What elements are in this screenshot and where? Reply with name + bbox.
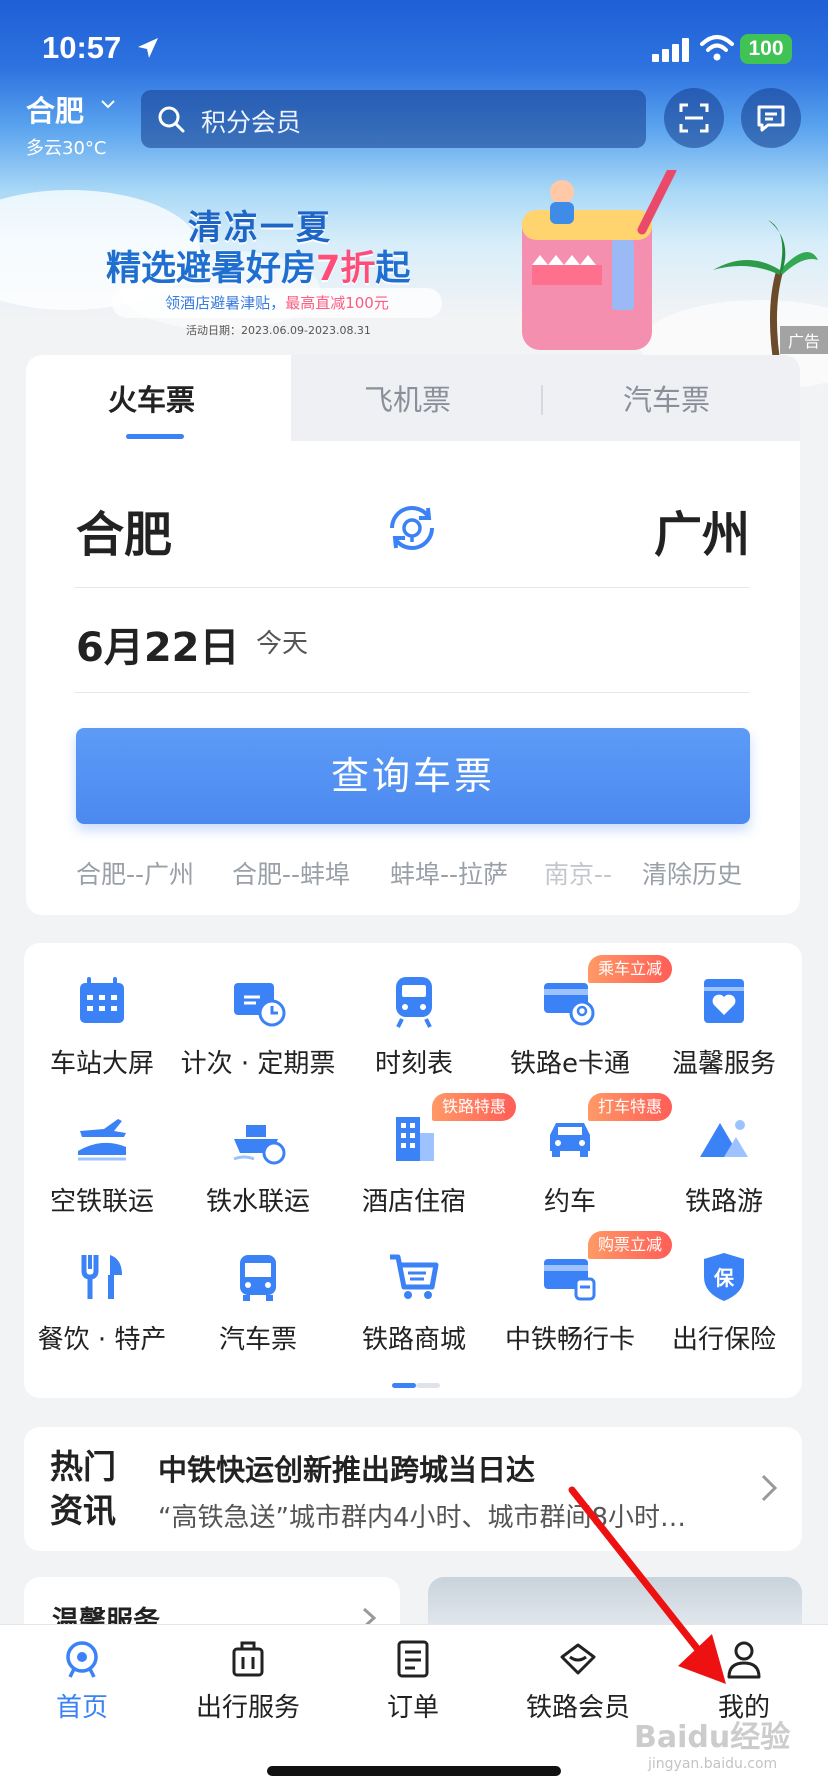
service-rail-mall[interactable]: 铁路商城 — [336, 1219, 492, 1355]
arrival-city[interactable]: 广州 — [654, 495, 750, 565]
bus-icon — [240, 1255, 276, 1301]
svg-text:保: 保 — [713, 1266, 735, 1290]
service-ride[interactable]: 约车 打车特惠 — [492, 1081, 673, 1217]
tab-orders[interactable]: 订单 — [343, 1639, 483, 1724]
search-tickets-button[interactable]: 查询车票 — [76, 728, 750, 824]
city-selector[interactable]: 合肥 多云30°C — [26, 88, 115, 160]
chevron-right-icon — [761, 1474, 778, 1502]
insurance-icon: 保 — [704, 1253, 744, 1301]
train-icon — [396, 977, 432, 1028]
promo-date: 活动日期：2023.06.09-2023.08.31 — [186, 324, 371, 337]
annotation-arrow — [568, 1486, 726, 1684]
home-icon — [66, 1641, 98, 1678]
departure-date[interactable]: 6月22日 — [76, 615, 240, 673]
history-item[interactable]: 合肥--广州 — [76, 855, 194, 891]
scan-icon — [679, 103, 709, 133]
service-ship-rail[interactable]: 铁水联运 — [180, 1081, 336, 1217]
search-input[interactable]: 积分会员 — [141, 90, 646, 148]
tab-home[interactable]: 首页 — [12, 1639, 152, 1724]
history-item[interactable]: 南京-- — [544, 855, 620, 891]
service-dining[interactable]: 餐饮 · 特产 — [24, 1219, 180, 1355]
air-rail-icon — [78, 1119, 126, 1161]
heart-service-icon — [704, 979, 744, 1023]
cart-icon — [390, 1254, 439, 1299]
dining-icon — [81, 1255, 122, 1299]
ticket-search-card: 火车票 飞机票 汽车票 合肥 广州 6月22日 今天 查询车票 合肥--广州 合… — [26, 355, 800, 915]
service-bus-ticket[interactable]: 汽车票 — [180, 1219, 336, 1355]
active-tab-indicator — [126, 434, 184, 439]
status-bar: 10:57 100 — [0, 0, 828, 90]
city-name: 合肥 — [26, 94, 85, 128]
tab-flight-ticket[interactable]: 飞机票 — [364, 377, 451, 419]
history-item[interactable]: 合肥--蚌埠 — [232, 855, 350, 891]
service-travel-card[interactable]: 中铁畅行卡 购票立减 — [492, 1219, 673, 1355]
service-grid: 车站大屏 计次 · 定期票 时刻表 铁路e卡通 乘车立减 温馨服务 空铁联运 铁… — [24, 943, 802, 1398]
promo-line2: 精选避暑好房7折起 — [106, 249, 411, 289]
promo-pill: 领酒店避暑津贴，最高直减100元 — [112, 288, 442, 318]
luggage-icon — [232, 1641, 264, 1677]
search-icon — [158, 106, 185, 133]
service-hotel[interactable]: 酒店住宿 铁路特惠 — [336, 1081, 517, 1217]
service-timetable[interactable]: 时刻表 — [336, 943, 492, 1079]
message-icon — [757, 105, 785, 132]
timed-ticket-icon — [234, 983, 286, 1027]
page-indicator — [392, 1383, 440, 1388]
clear-history-link[interactable]: 清除历史 — [642, 855, 742, 891]
watermark-url: jingyan.baidu.com — [648, 1756, 778, 1772]
chevron-down-icon — [101, 100, 115, 109]
tab-bus-ticket[interactable]: 汽车票 — [623, 377, 710, 419]
departure-date-hint: 今天 — [256, 629, 309, 659]
divider — [74, 692, 750, 693]
ship-rail-icon — [233, 1125, 286, 1165]
service-rail-ecard[interactable]: 铁路e卡通 乘车立减 — [492, 943, 673, 1079]
cellular-signal-icon — [652, 38, 689, 62]
battery-indicator: 100 — [740, 34, 792, 64]
search-placeholder: 积分会员 — [201, 108, 302, 137]
tab-divider — [541, 385, 543, 415]
station-screen-icon — [80, 977, 124, 1023]
divider — [74, 587, 750, 588]
service-care[interactable]: 温馨服务 — [646, 943, 802, 1079]
tab-train-ticket[interactable]: 火车票 — [108, 377, 195, 419]
status-time: 10:57 — [42, 30, 122, 65]
news-tag: 热门资讯 — [50, 1447, 116, 1530]
ad-label: 广告 — [779, 326, 828, 354]
wifi-icon — [700, 35, 734, 61]
order-icon — [397, 1640, 429, 1678]
hotel-can-illustration — [522, 170, 677, 350]
weather-text: 多云30°C — [26, 138, 107, 159]
news-title: 中铁快运创新推出跨城当日达 — [158, 1453, 536, 1487]
home-indicator — [267, 1766, 561, 1776]
location-arrow-icon — [138, 38, 158, 58]
service-station-screen[interactable]: 车站大屏 — [24, 943, 180, 1079]
service-rail-tour[interactable]: 铁路游 — [646, 1081, 802, 1217]
swap-stations-icon[interactable] — [384, 500, 440, 556]
scan-button[interactable] — [664, 88, 724, 148]
watermark: Baidu经验 — [634, 1720, 791, 1755]
service-timed-ticket[interactable]: 计次 · 定期票 — [180, 943, 336, 1079]
departure-city[interactable]: 合肥 — [76, 495, 172, 565]
ticket-type-tabs: 火车票 飞机票 汽车票 — [26, 355, 800, 445]
message-button[interactable] — [741, 88, 801, 148]
history-item[interactable]: 蚌埠--拉萨 — [390, 855, 508, 891]
mountain-icon — [700, 1120, 748, 1157]
tab-travel-service[interactable]: 出行服务 — [178, 1639, 318, 1724]
promo-banner[interactable]: 清凉一夏 精选避暑好房7折起 领酒店避暑津贴，最高直减100元 活动日期：202… — [0, 160, 828, 354]
service-insurance[interactable]: 保 出行保险 — [646, 1219, 802, 1355]
service-air-rail[interactable]: 空铁联运 — [24, 1081, 180, 1217]
